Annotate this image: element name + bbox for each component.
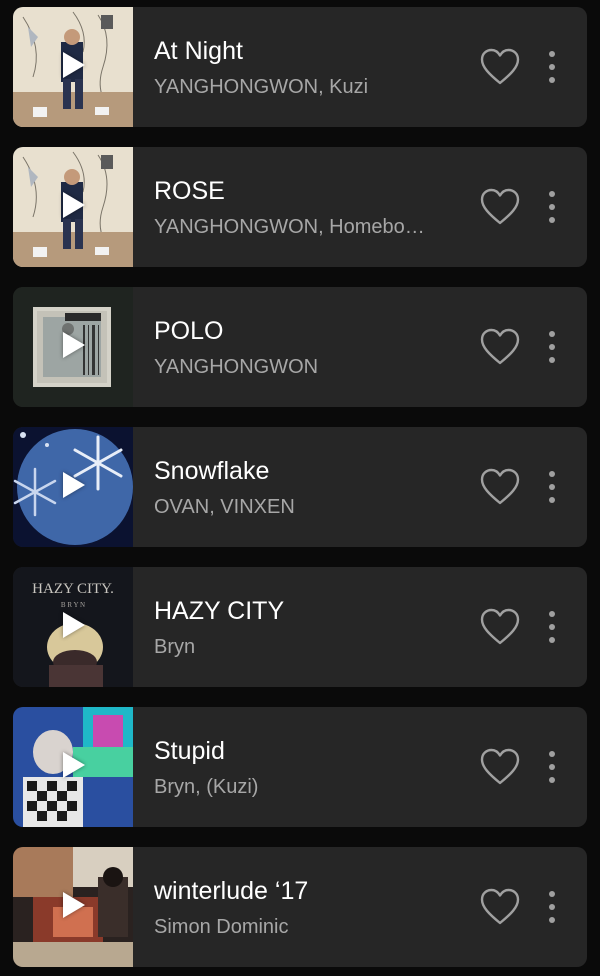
track-title: POLO (154, 317, 224, 345)
more-vertical-icon[interactable] (540, 327, 564, 367)
play-icon[interactable] (63, 52, 85, 78)
more-vertical-icon[interactable] (540, 887, 564, 927)
heart-outline-icon[interactable] (480, 748, 520, 786)
track-title: At Night (154, 37, 243, 65)
album-cover (13, 707, 133, 827)
album-cover (13, 847, 133, 967)
track-artist: Bryn (154, 636, 196, 658)
track-artist: YANGHONGWON, Kuzi (154, 76, 369, 98)
play-icon[interactable] (63, 332, 85, 358)
track-info: HAZY CITY Bryn (154, 567, 454, 687)
heart-outline-icon[interactable] (480, 328, 520, 366)
track-info: Stupid Bryn, (Kuzi) (154, 707, 454, 827)
track-row-hazy-city[interactable]: HAZY CITY. B R Y N HAZY CITY Bryn (13, 567, 587, 687)
heart-outline-icon[interactable] (480, 468, 520, 506)
album-cover (13, 287, 133, 407)
track-info: Snowflake OVAN, VINXEN (154, 427, 454, 547)
track-info: POLO YANGHONGWON (154, 287, 454, 407)
track-info: ROSE YANGHONGWON, Homebo… (154, 147, 454, 267)
play-icon[interactable] (63, 472, 85, 498)
play-icon[interactable] (63, 752, 85, 778)
track-row-stupid[interactable]: Stupid Bryn, (Kuzi) (13, 707, 587, 827)
more-vertical-icon[interactable] (540, 47, 564, 87)
album-cover (13, 427, 133, 547)
heart-outline-icon[interactable] (480, 888, 520, 926)
album-cover (13, 7, 133, 127)
more-vertical-icon[interactable] (540, 187, 564, 227)
heart-outline-icon[interactable] (480, 608, 520, 646)
more-vertical-icon[interactable] (540, 467, 564, 507)
track-info: winterlude ‘17 Simon Dominic (154, 847, 454, 967)
track-row-polo[interactable]: POLO YANGHONGWON (13, 287, 587, 407)
more-vertical-icon[interactable] (540, 747, 564, 787)
track-artist: OVAN, VINXEN (154, 496, 295, 518)
album-cover (13, 147, 133, 267)
heart-outline-icon[interactable] (480, 48, 520, 86)
track-info: At Night YANGHONGWON, Kuzi (154, 7, 454, 127)
play-icon[interactable] (63, 192, 85, 218)
play-icon[interactable] (63, 892, 85, 918)
track-title: HAZY CITY (154, 597, 285, 625)
track-row-at-night[interactable]: At Night YANGHONGWON, Kuzi (13, 7, 587, 127)
play-icon[interactable] (63, 612, 85, 638)
track-row-rose[interactable]: ROSE YANGHONGWON, Homebo… (13, 147, 587, 267)
track-row-snowflake[interactable]: Snowflake OVAN, VINXEN (13, 427, 587, 547)
track-row-winterlude-17[interactable]: winterlude ‘17 Simon Dominic (13, 847, 587, 967)
heart-outline-icon[interactable] (480, 188, 520, 226)
track-artist: Simon Dominic (154, 916, 289, 938)
more-vertical-icon[interactable] (540, 607, 564, 647)
track-artist: YANGHONGWON, Homebo… (154, 216, 425, 238)
album-cover: HAZY CITY. B R Y N (13, 567, 133, 687)
track-list: At Night YANGHONGWON, Kuzi ROSE YANGHONG… (0, 0, 600, 976)
cover-subtext: B R Y N (61, 601, 85, 609)
track-artist: YANGHONGWON (154, 356, 319, 378)
track-title: ROSE (154, 177, 225, 205)
track-title: Snowflake (154, 457, 270, 485)
track-title: winterlude ‘17 (154, 877, 309, 905)
track-title: Stupid (154, 737, 225, 765)
cover-text: HAZY CITY. (32, 581, 114, 597)
track-artist: Bryn, (Kuzi) (154, 776, 259, 798)
